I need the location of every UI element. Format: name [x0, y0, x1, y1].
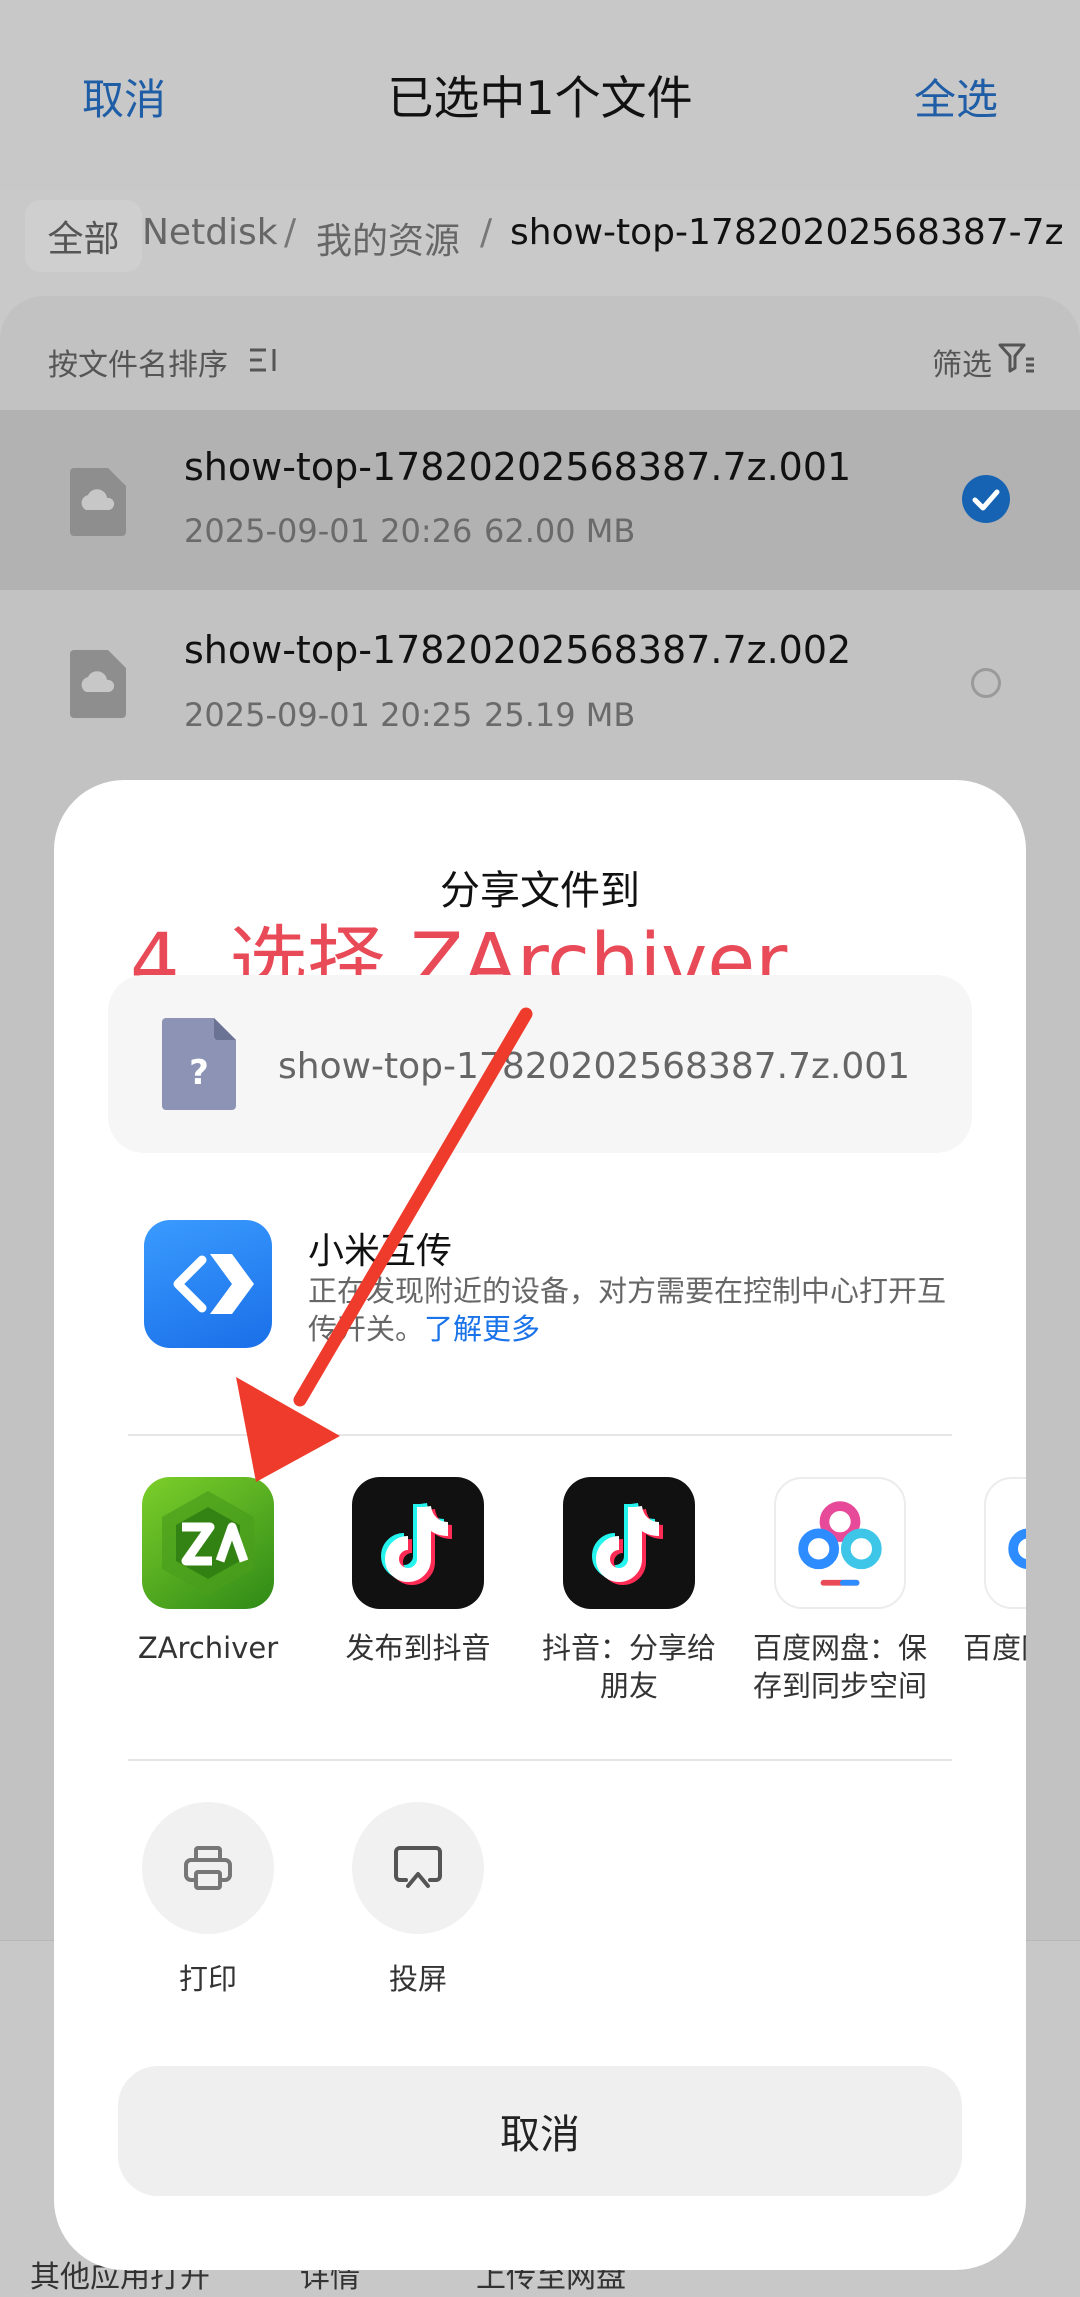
app-label: 百度网盘：保存到同步空间: [752, 1631, 927, 1703]
divider: [128, 1759, 952, 1761]
screencast-icon: [352, 1802, 484, 1934]
app-label: ZArchiver: [137, 1631, 279, 1665]
share-target-baidu-save-clip: 百度网盘：保存: [960, 1477, 1026, 1707]
baidu-netdisk-icon: [774, 1477, 906, 1609]
sort-button[interactable]: 按文件名排序: [48, 340, 228, 384]
svg-text:?: ?: [189, 1053, 209, 1093]
share-target-douyin-friend[interactable]: 抖音：分享给朋友: [541, 1477, 717, 1705]
action-label: 打印: [178, 1962, 237, 1996]
douyin-icon: [352, 1477, 484, 1609]
divider: [128, 1434, 952, 1436]
app-label: 抖音：分享给朋友: [541, 1631, 716, 1703]
cloud-file-icon: [70, 650, 126, 718]
breadcrumb-item-current: show-top-17820202568387-7z: [510, 212, 1064, 253]
screencast-action[interactable]: 投屏: [330, 1802, 506, 1998]
unknown-file-icon: ?: [162, 1018, 236, 1110]
share-target-douyin-publish[interactable]: 发布到抖音: [330, 1477, 506, 1667]
mi-share-desc-text: 正在发现附近的设备，对方需要在控制中心打开互传开关。: [308, 1274, 947, 1346]
file-row[interactable]: [0, 590, 1080, 770]
print-action[interactable]: 打印: [120, 1802, 296, 1998]
selected-check-icon[interactable]: [962, 475, 1010, 523]
shared-file-name: show-top-17820202568387.7z.001: [278, 1046, 911, 1087]
action-label: 投屏: [388, 1962, 447, 1996]
breadcrumb-separator: /: [480, 212, 493, 253]
filter-icon: [998, 343, 1034, 373]
filter-button[interactable]: 筛选: [932, 340, 992, 384]
breadcrumb-all[interactable]: 全部: [25, 200, 142, 272]
baidu-netdisk-icon: [984, 1477, 1026, 1609]
share-target-baidu-save[interactable]: 百度网盘：保存: [962, 1477, 1026, 1705]
sort-icon: [250, 348, 276, 372]
file-size: 62.00 MB: [484, 512, 636, 550]
mi-share-title: 小米互传: [308, 1231, 453, 1272]
file-size: 25.19 MB: [484, 696, 636, 734]
app-label: 发布到抖音: [345, 1631, 491, 1665]
breadcrumb-item-my-resources[interactable]: 我的资源: [316, 212, 460, 264]
app-label: 百度网盘：保存: [962, 1631, 1026, 1665]
share-cancel-button[interactable]: 取消: [118, 2066, 962, 2196]
mi-share-description: 正在发现附近的设备，对方需要在控制中心打开互传开关。了解更多: [308, 1272, 958, 1348]
select-all-button[interactable]: 全选: [914, 66, 998, 127]
file-date: 2025-09-01 20:25: [184, 696, 473, 734]
cloud-file-icon: [70, 468, 126, 536]
unselected-radio-icon[interactable]: [971, 668, 1001, 698]
share-target-baidu-sync[interactable]: 百度网盘：保存到同步空间: [752, 1477, 928, 1705]
learn-more-link[interactable]: 了解更多: [424, 1312, 540, 1346]
file-row[interactable]: [0, 410, 1080, 590]
douyin-icon: [563, 1477, 695, 1609]
mi-share-icon[interactable]: [144, 1220, 272, 1348]
share-target-zarchiver[interactable]: ZArchiver: [120, 1477, 296, 1667]
file-name: show-top-17820202568387.7z.001: [184, 445, 852, 489]
breadcrumb-separator: /: [284, 212, 297, 253]
zarchiver-icon: [142, 1477, 274, 1609]
printer-icon: [142, 1802, 274, 1934]
breadcrumb-item-netdisk[interactable]: Netdisk: [142, 212, 278, 253]
file-date: 2025-09-01 20:26: [184, 512, 473, 550]
file-name: show-top-17820202568387.7z.002: [184, 628, 852, 672]
